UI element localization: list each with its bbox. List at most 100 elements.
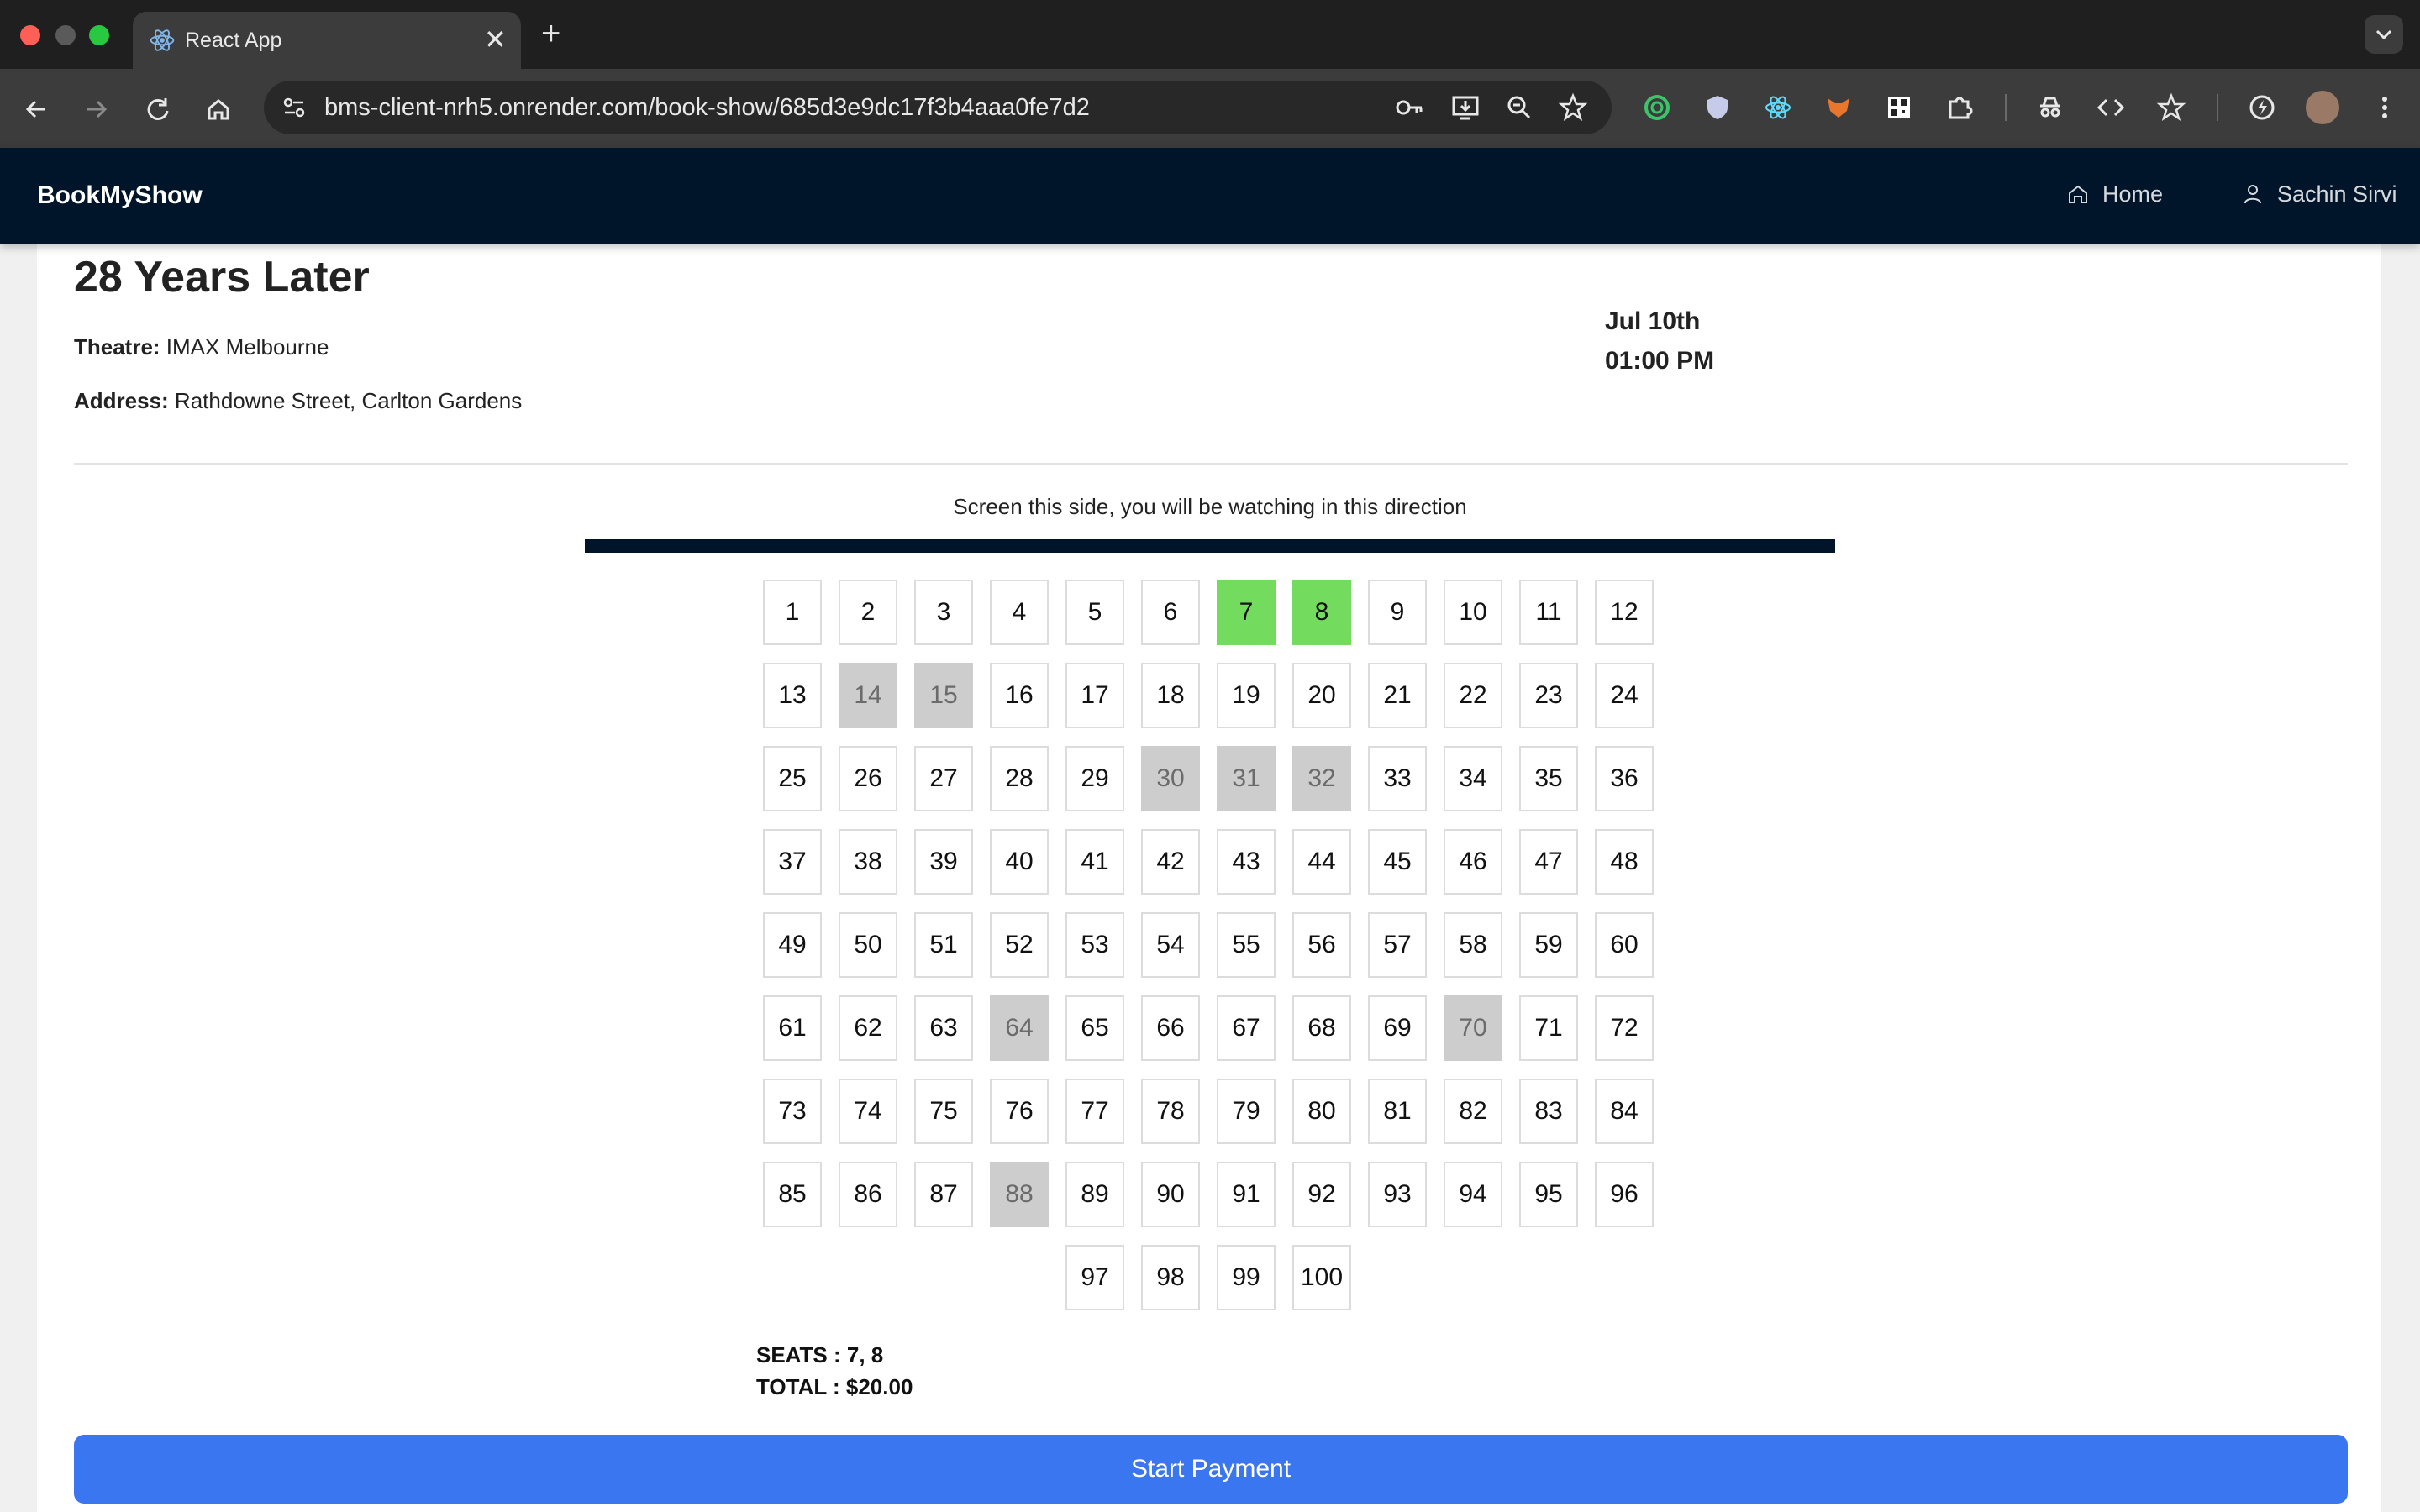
tab-close-icon[interactable]: ✕ (484, 24, 507, 55)
seat-available[interactable]: 51 (914, 912, 973, 978)
seat-available[interactable]: 93 (1368, 1162, 1427, 1227)
seat-available[interactable]: 92 (1292, 1162, 1351, 1227)
brand-logo[interactable]: BookMyShow (37, 181, 203, 210)
seat-available[interactable]: 65 (1065, 995, 1124, 1061)
seat-available[interactable]: 75 (914, 1079, 973, 1144)
incognito-icon[interactable] (2032, 89, 2069, 126)
seat-available[interactable]: 54 (1141, 912, 1200, 978)
seat-available[interactable]: 44 (1292, 829, 1351, 895)
seat-available[interactable]: 90 (1141, 1162, 1200, 1227)
maximize-window-button[interactable] (89, 25, 109, 45)
extensions-puzzle-icon[interactable] (1941, 89, 1978, 126)
tab-search-button[interactable] (2365, 15, 2403, 54)
seat-available[interactable]: 60 (1595, 912, 1654, 978)
seat-available[interactable]: 74 (839, 1079, 897, 1144)
seat-available[interactable]: 11 (1519, 580, 1578, 645)
seat-available[interactable]: 57 (1368, 912, 1427, 978)
nav-home[interactable]: Home (2069, 181, 2163, 207)
seat-available[interactable]: 76 (990, 1079, 1049, 1144)
seat-available[interactable]: 27 (914, 746, 973, 811)
seat-available[interactable]: 68 (1292, 995, 1351, 1061)
start-payment-button[interactable]: Start Payment (74, 1435, 2348, 1504)
seat-available[interactable]: 89 (1065, 1162, 1124, 1227)
extension-shield-icon[interactable] (1699, 89, 1736, 126)
seat-available[interactable]: 23 (1519, 663, 1578, 728)
seat-available[interactable]: 62 (839, 995, 897, 1061)
seat-available[interactable]: 10 (1444, 580, 1502, 645)
seat-available[interactable]: 84 (1595, 1079, 1654, 1144)
seat-available[interactable]: 36 (1595, 746, 1654, 811)
seat-available[interactable]: 28 (990, 746, 1049, 811)
seat-available[interactable]: 29 (1065, 746, 1124, 811)
back-icon[interactable] (18, 91, 55, 128)
seat-available[interactable]: 16 (990, 663, 1049, 728)
reload-icon[interactable] (139, 91, 176, 128)
seat-available[interactable]: 99 (1217, 1245, 1276, 1310)
nav-user-profile[interactable]: Sachin Sirvi (2244, 181, 2397, 207)
extension-fox-icon[interactable] (1820, 89, 1857, 126)
seat-available[interactable]: 19 (1217, 663, 1276, 728)
url-text[interactable]: bms-client-nrh5.onrender.com/book-show/6… (324, 94, 1090, 122)
seat-available[interactable]: 34 (1444, 746, 1502, 811)
seat-available[interactable]: 5 (1065, 580, 1124, 645)
seat-available[interactable]: 38 (839, 829, 897, 895)
seat-available[interactable]: 12 (1595, 580, 1654, 645)
seat-available[interactable]: 95 (1519, 1162, 1578, 1227)
performance-icon[interactable] (2244, 89, 2281, 126)
seat-available[interactable]: 40 (990, 829, 1049, 895)
seat-available[interactable]: 1 (763, 580, 822, 645)
seat-available[interactable]: 43 (1217, 829, 1276, 895)
seat-available[interactable]: 45 (1368, 829, 1427, 895)
site-settings-icon[interactable] (277, 91, 311, 124)
seat-available[interactable]: 63 (914, 995, 973, 1061)
code-icon[interactable] (2092, 89, 2129, 126)
seat-available[interactable]: 80 (1292, 1079, 1351, 1144)
more-menu-icon[interactable] (2366, 89, 2403, 126)
seat-available[interactable]: 87 (914, 1162, 973, 1227)
seat-available[interactable]: 42 (1141, 829, 1200, 895)
seat-available[interactable]: 4 (990, 580, 1049, 645)
seat-available[interactable]: 52 (990, 912, 1049, 978)
seat-available[interactable]: 9 (1368, 580, 1427, 645)
seat-available[interactable]: 56 (1292, 912, 1351, 978)
seat-available[interactable]: 50 (839, 912, 897, 978)
seat-available[interactable]: 66 (1141, 995, 1200, 1061)
seat-available[interactable]: 86 (839, 1162, 897, 1227)
seat-available[interactable]: 72 (1595, 995, 1654, 1061)
favorites-icon[interactable] (2153, 89, 2190, 126)
seat-available[interactable]: 77 (1065, 1079, 1124, 1144)
seat-available[interactable]: 39 (914, 829, 973, 895)
seat-available[interactable]: 91 (1217, 1162, 1276, 1227)
seat-available[interactable]: 82 (1444, 1079, 1502, 1144)
seat-available[interactable]: 97 (1065, 1245, 1124, 1310)
seat-available[interactable]: 96 (1595, 1162, 1654, 1227)
seat-available[interactable]: 41 (1065, 829, 1124, 895)
seat-available[interactable]: 33 (1368, 746, 1427, 811)
seat-available[interactable]: 18 (1141, 663, 1200, 728)
seat-available[interactable]: 67 (1217, 995, 1276, 1061)
seat-available[interactable]: 100 (1292, 1245, 1351, 1310)
extension-ring-icon[interactable] (1639, 89, 1676, 126)
seat-available[interactable]: 24 (1595, 663, 1654, 728)
close-window-button[interactable] (20, 25, 40, 45)
seat-available[interactable]: 6 (1141, 580, 1200, 645)
seat-available[interactable]: 47 (1519, 829, 1578, 895)
seat-available[interactable]: 25 (763, 746, 822, 811)
zoom-icon[interactable] (1501, 89, 1538, 126)
extension-qr-icon[interactable] (1881, 89, 1918, 126)
seat-available[interactable]: 35 (1519, 746, 1578, 811)
seat-available[interactable]: 37 (763, 829, 822, 895)
seat-available[interactable]: 81 (1368, 1079, 1427, 1144)
seat-available[interactable]: 48 (1595, 829, 1654, 895)
forward-icon[interactable] (77, 91, 114, 128)
home-icon[interactable] (200, 91, 237, 128)
seat-available[interactable]: 3 (914, 580, 973, 645)
seat-selected[interactable]: 7 (1217, 580, 1276, 645)
seat-available[interactable]: 20 (1292, 663, 1351, 728)
seat-available[interactable]: 69 (1368, 995, 1427, 1061)
seat-available[interactable]: 55 (1217, 912, 1276, 978)
seat-available[interactable]: 17 (1065, 663, 1124, 728)
seat-available[interactable]: 59 (1519, 912, 1578, 978)
browser-tab[interactable]: React App ✕ (133, 12, 521, 69)
seat-available[interactable]: 2 (839, 580, 897, 645)
